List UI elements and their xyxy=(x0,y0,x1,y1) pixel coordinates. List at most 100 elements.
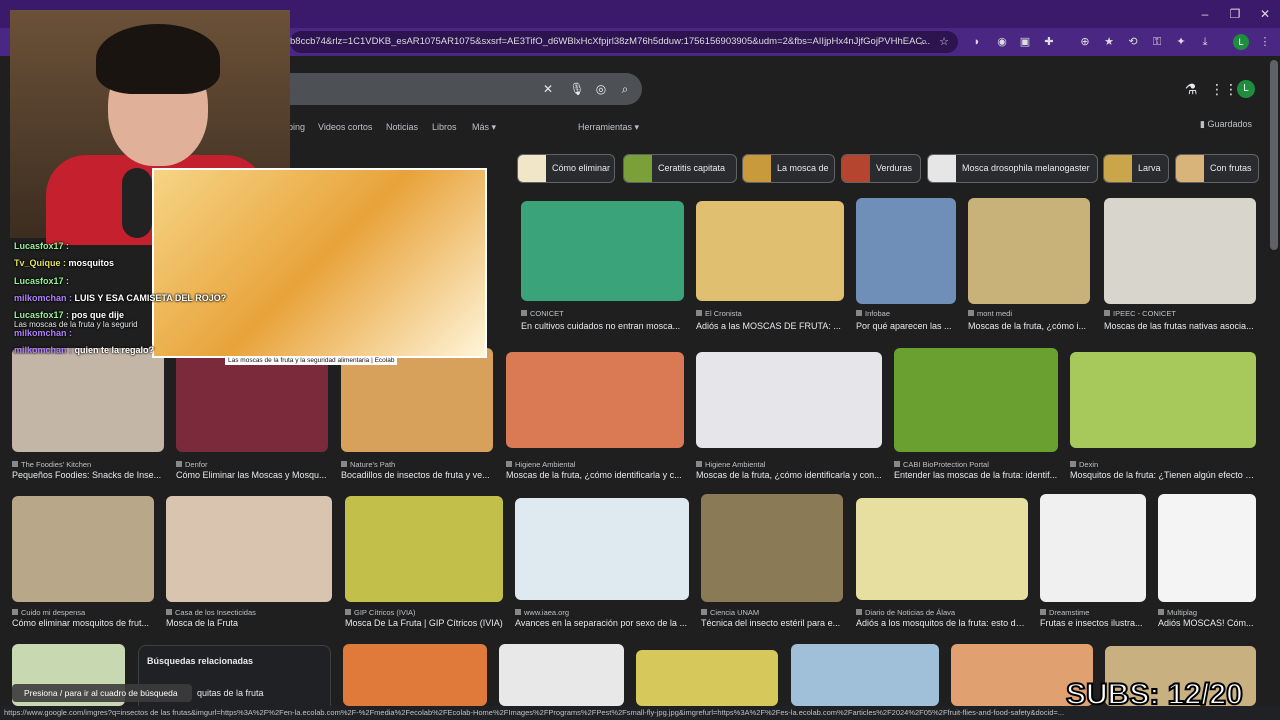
result-thumbnail[interactable] xyxy=(499,644,624,706)
result-title[interactable]: Mosca De La Fruta | GIP Cítricos (IVIA) xyxy=(345,618,503,628)
address-bar[interactable]: b8ccb74&rlz=1C1VDKB_esAR1075AR1075&sxsrf… xyxy=(290,31,958,53)
result-thumbnail[interactable] xyxy=(515,498,689,600)
extension-icon[interactable]: ✦ xyxy=(1172,33,1190,51)
chip-como-eliminar[interactable]: Cómo eliminar xyxy=(517,154,615,183)
page-scrollbar[interactable] xyxy=(1270,60,1278,250)
favicon xyxy=(856,609,862,615)
result-thumbnail[interactable] xyxy=(12,348,164,452)
chip-drosophila[interactable]: Mosca drosophila melanogaster xyxy=(927,154,1098,183)
tab-shopping[interactable]: ping xyxy=(288,122,305,132)
search-icon[interactable]: ⌕ xyxy=(617,81,633,97)
favicon xyxy=(341,461,347,467)
result-source: Higiene Ambiental xyxy=(705,460,766,469)
extension-icon[interactable]: ◉ xyxy=(993,33,1011,51)
chip-la-mosca-de[interactable]: La mosca de xyxy=(742,154,835,183)
result-title[interactable]: Moscas de las frutas nativas asocia... xyxy=(1104,321,1256,331)
result-title[interactable]: Bocadillos de insectos de fruta y ve... xyxy=(341,470,493,480)
result-thumbnail[interactable] xyxy=(968,198,1090,304)
result-source: El Cronista xyxy=(705,309,742,318)
clear-icon[interactable]: ✕ xyxy=(540,81,556,97)
star-icon[interactable]: ☆ xyxy=(935,33,953,51)
restore-icon[interactable]: ❐ xyxy=(1220,4,1250,24)
favicon xyxy=(1104,310,1110,316)
result-title[interactable]: Moscas de la fruta, ¿cómo i... xyxy=(968,321,1090,331)
result-title[interactable]: Avances en la separación por sexo de la … xyxy=(515,618,689,628)
result-thumbnail[interactable] xyxy=(701,494,843,602)
tools-button[interactable]: Herramientas ▾ xyxy=(578,122,639,133)
result-thumbnail[interactable] xyxy=(1070,352,1256,448)
result-source: CONICET xyxy=(530,309,564,318)
download-icon[interactable]: ⤓ xyxy=(1196,33,1214,51)
result-title[interactable]: Cómo eliminar mosquitos de frut... xyxy=(12,618,154,628)
microphone-icon[interactable]: 🎙 xyxy=(569,81,585,97)
apps-grid-icon[interactable]: ⋮⋮ xyxy=(1210,80,1238,98)
result-thumbnail[interactable] xyxy=(696,352,882,448)
extension-icon[interactable]: ◗ xyxy=(968,33,986,51)
lens-icon[interactable]: ◎ xyxy=(593,81,609,97)
result-title[interactable]: Moscas de la fruta, ¿cómo identificarla … xyxy=(696,470,882,480)
minimize-icon[interactable]: – xyxy=(1190,4,1220,24)
account-avatar[interactable]: L xyxy=(1237,80,1255,98)
chip-thumbnail xyxy=(743,155,771,182)
chip-con-frutas[interactable]: Con frutas xyxy=(1175,154,1259,183)
menu-icon[interactable]: ⋮ xyxy=(1256,33,1274,51)
bookmark-star-icon[interactable]: ★ xyxy=(1100,33,1118,51)
search-icon[interactable]: ⌕ xyxy=(915,33,933,51)
result-source: The Foodies' Kitchen xyxy=(21,460,92,469)
profile-avatar[interactable]: L xyxy=(1233,34,1249,50)
key-icon[interactable]: ⚿ xyxy=(1148,33,1166,51)
close-icon[interactable]: ✕ xyxy=(1250,4,1280,24)
chip-larva[interactable]: Larva xyxy=(1103,154,1169,183)
result-thumbnail[interactable] xyxy=(12,496,154,602)
result-title[interactable]: Moscas de la fruta, ¿cómo identificarla … xyxy=(506,470,684,480)
result-title[interactable]: Por qué aparecen las ... xyxy=(856,321,956,331)
puzzle-icon[interactable]: ✚ xyxy=(1040,33,1058,51)
chip-thumbnail xyxy=(842,155,870,182)
result-thumbnail[interactable] xyxy=(1104,198,1256,304)
result-thumbnail[interactable] xyxy=(166,496,332,602)
result-thumbnail[interactable] xyxy=(894,348,1058,452)
result-thumbnail[interactable] xyxy=(343,644,487,706)
result-thumbnail[interactable] xyxy=(791,644,939,706)
result-thumbnail[interactable] xyxy=(856,498,1028,600)
result-title[interactable]: En cultivos cuidados no entran mosca... xyxy=(521,321,684,331)
chip-ceratitis-capitata[interactable]: Ceratitis capitata xyxy=(623,154,737,183)
result-title[interactable]: Adiós a los mosquitos de la fruta: esto … xyxy=(856,618,1028,628)
image-preview-popup[interactable] xyxy=(152,168,487,358)
result-title[interactable]: Frutas e insectos ilustra... xyxy=(1040,618,1146,628)
result-title[interactable]: Cómo Eliminar las Moscas y Mosqu... xyxy=(176,470,328,480)
labs-icon[interactable]: ⚗ xyxy=(1182,80,1200,98)
result-source: Denfor xyxy=(185,460,208,469)
result-source: Dexin xyxy=(1079,460,1099,469)
extension-icon[interactable]: ▣ xyxy=(1016,33,1034,51)
result-thumbnail[interactable] xyxy=(345,496,503,602)
extension-icon[interactable]: ⊕ xyxy=(1076,33,1094,51)
result-title[interactable]: Adiós a las MOSCAS DE FRUTA: ... xyxy=(696,321,844,331)
result-thumbnail[interactable] xyxy=(521,201,684,301)
related-search-item[interactable]: quitas de la fruta xyxy=(197,688,264,698)
history-icon[interactable]: ⟲ xyxy=(1124,33,1142,51)
favicon xyxy=(345,609,351,615)
webcam-hair xyxy=(96,24,220,94)
result-title[interactable]: Mosquitos de la fruta: ¿Tienen algún efe… xyxy=(1070,470,1256,480)
tab-books[interactable]: Libros xyxy=(432,122,457,132)
result-thumbnail[interactable] xyxy=(696,201,844,301)
result-thumbnail[interactable] xyxy=(636,650,778,706)
result-thumbnail[interactable] xyxy=(1040,494,1146,602)
result-title[interactable]: Entender las moscas de la fruta: identif… xyxy=(894,470,1058,480)
saved-link[interactable]: ▮ Guardados xyxy=(1200,119,1252,130)
result-title[interactable]: Pequeños Foodies: Snacks de Inse... xyxy=(12,470,164,480)
result-thumbnail[interactable] xyxy=(1158,494,1256,602)
chip-verduras[interactable]: Verduras xyxy=(841,154,921,183)
tab-more[interactable]: Más ▾ xyxy=(472,122,496,133)
result-source: IPEEC - CONICET xyxy=(1113,309,1176,318)
result-title[interactable]: Mosca de la Fruta xyxy=(166,618,332,628)
result-title[interactable]: Técnica del insecto estéril para e... xyxy=(701,618,843,628)
result-thumbnail[interactable] xyxy=(856,198,956,304)
tab-news[interactable]: Noticias xyxy=(386,122,418,132)
result-thumbnail[interactable] xyxy=(506,352,684,448)
tab-short-videos[interactable]: Videos cortos xyxy=(318,122,372,132)
favicon xyxy=(1040,609,1046,615)
result-source: Diario de Noticias de Álava xyxy=(865,608,956,617)
result-title[interactable]: Adiós MOSCAS! Cóm... xyxy=(1158,618,1256,628)
